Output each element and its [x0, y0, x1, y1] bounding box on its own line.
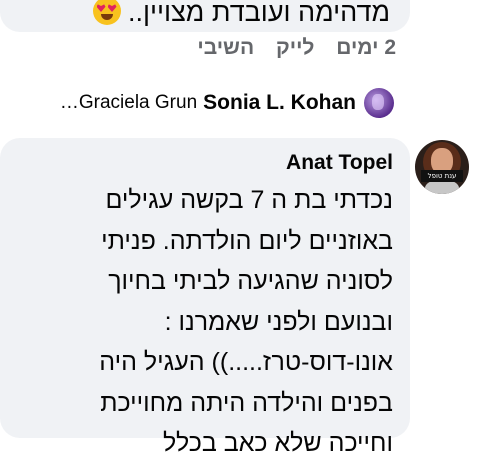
- comment-time[interactable]: 2 ימים: [336, 36, 396, 59]
- comment-author[interactable]: Anat Topel: [286, 151, 393, 175]
- comment-line: לסוניה שהגיעה לביתי בחיוך: [108, 267, 393, 295]
- like-button[interactable]: לייק: [276, 36, 314, 59]
- comment-line: באוזניים ליום הולדתה. פניתי: [101, 226, 393, 255]
- comment-line: וחייכה שלא כאב בכלל: [162, 429, 393, 457]
- comment-line: ובנועם ולפני שאמרנו :: [164, 307, 393, 336]
- comment-line: נכדתי בת ה 7 בקשה עגילים: [105, 186, 393, 214]
- reply-others-names[interactable]: Graciela Grun…: [60, 92, 197, 114]
- comment-line: בפנים והילדה היתה מחוייכת: [100, 388, 393, 417]
- comment-actions: 2 ימים לייק השיבי: [181, 36, 396, 60]
- avatar-banner: ענת טופל: [421, 170, 463, 182]
- reply-avatar: [364, 88, 394, 118]
- replies-summary[interactable]: Sonia L. Kohan Graciela Grun…: [60, 88, 394, 118]
- reply-button[interactable]: השיבי: [197, 36, 254, 59]
- previous-comment-tail: מדהימה ועובדת מצויין..: [128, 0, 390, 27]
- heart-eyes-emoji-icon: [92, 0, 121, 25]
- previous-comment-text: מדהימה ועובדת מצויין..: [92, 0, 390, 29]
- avatar[interactable]: ענת טופל: [415, 140, 469, 194]
- comment-line: אונו-דוס-טרז.....)) העגיל היה: [99, 348, 393, 376]
- reply-author-name[interactable]: Sonia L. Kohan: [203, 91, 356, 115]
